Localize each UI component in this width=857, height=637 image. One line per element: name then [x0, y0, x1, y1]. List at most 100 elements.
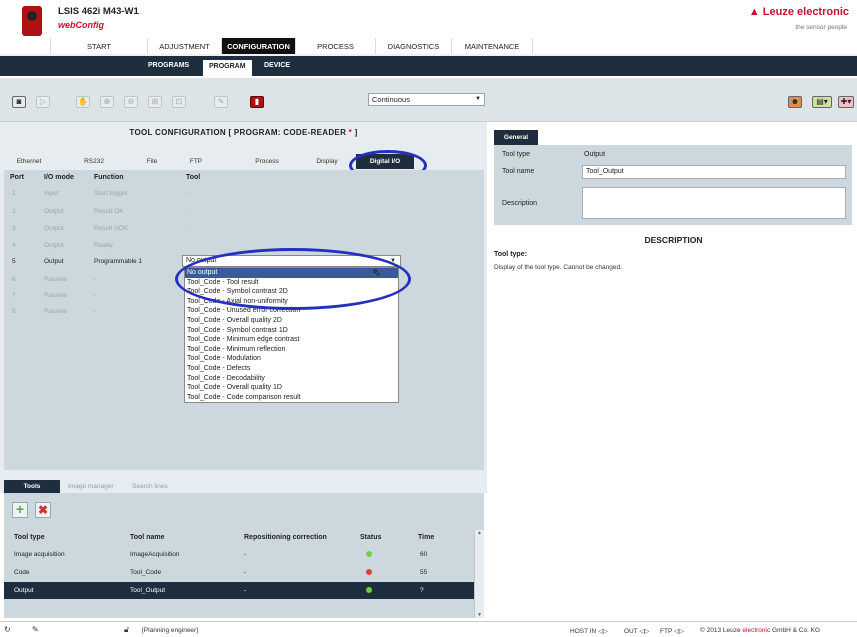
ftp-status: FTP ◁▷ — [660, 627, 684, 635]
user-role: [Planning engineer] — [142, 627, 199, 634]
dropdown-option[interactable]: Tool_Code - Defects — [185, 364, 398, 374]
tab-process[interactable]: Process — [240, 154, 294, 169]
status-bar: ↻ ✎ 🔓︎ [Planning engineer] HOST IN ◁▷ OU… — [0, 621, 857, 637]
scroll-down-icon[interactable]: ▼ — [475, 612, 484, 618]
port-cell: 5 — [12, 258, 16, 265]
brand-logo: ▲ Leuze electronic — [749, 6, 849, 18]
tool-cell: - — [186, 225, 189, 232]
description-field[interactable] — [582, 187, 846, 219]
subnav-programs[interactable]: PROGRAMS — [148, 62, 189, 69]
hand-icon[interactable]: ✋ — [76, 96, 90, 108]
time-cell: ? — [420, 587, 424, 594]
nav-process[interactable]: PROCESS — [295, 38, 375, 54]
function-cell: - — [94, 308, 97, 315]
repos-cell: - — [244, 587, 247, 594]
save-to-device-icon[interactable]: ▮ — [250, 96, 264, 108]
dropdown-option[interactable]: Tool_Code - Minimum reflection — [185, 345, 398, 355]
tab-ethernet[interactable]: Ethernet — [4, 154, 54, 169]
mode-cell: Output — [44, 208, 64, 215]
dropdown-option[interactable]: Tool_Code - Symbol contrast 2D — [185, 287, 398, 297]
camera-icon[interactable]: ◙ — [12, 96, 26, 108]
scroll-up-icon[interactable]: ▲ — [475, 530, 484, 536]
nav-configuration[interactable]: CONFIGURATION — [221, 38, 295, 54]
pencil-icon[interactable]: ✎ — [32, 625, 39, 634]
dropdown-option[interactable]: Tool_Code - Modulation — [185, 354, 398, 364]
lock-icon[interactable]: 🔓︎ — [124, 625, 129, 635]
tab-image-manager[interactable]: Image manager — [68, 483, 114, 490]
zoom-in-icon[interactable]: ⊕ — [100, 96, 114, 108]
dropdown-option[interactable]: Tool_Code - Symbol contrast 1D — [185, 326, 398, 336]
play-icon[interactable]: ▷ — [36, 96, 50, 108]
zoom-out-icon[interactable]: ⊖ — [124, 96, 138, 108]
tools-scrollbar[interactable]: ▲ ▼ — [474, 530, 484, 618]
brand-name: Leuze electronic — [762, 6, 849, 18]
table-row[interactable]: Code Tool_Code - 55 — [4, 564, 474, 581]
language-flag-icon[interactable]: ✚▾ — [838, 96, 854, 108]
dropdown-option[interactable]: Tool_Code - Overall quality 2D — [185, 316, 398, 326]
function-cell: Result OK — [94, 208, 124, 215]
trigger-mode-value: Continuous — [372, 95, 410, 104]
col-tool-name: Tool name — [130, 534, 165, 541]
tab-rs232[interactable]: RS232 — [70, 154, 118, 169]
status-ok-icon — [366, 587, 372, 593]
dropdown-option[interactable]: Tool_Code - Decodability — [185, 374, 398, 384]
tool-select-options: No output Tool_Code - Tool result Tool_C… — [184, 267, 399, 404]
dropdown-option[interactable]: Tool_Code - Unused error correction — [185, 306, 398, 316]
description-help-label: Tool type: — [494, 251, 527, 258]
device-model: LSIS 462i M43-W1 — [58, 6, 139, 17]
export-icon[interactable]: ▤▾ — [812, 96, 832, 108]
zoom-fit-icon[interactable]: ⊞ — [148, 96, 162, 108]
nav-diagnostics[interactable]: DIAGNOSTICS — [375, 38, 451, 54]
subnav-program[interactable]: PROGRAM — [203, 60, 252, 76]
refresh-icon[interactable]: ↻ — [4, 625, 11, 634]
nav-maintenance[interactable]: MAINTENANCE — [451, 38, 533, 54]
tab-search-lines[interactable]: Search lines — [132, 483, 168, 490]
port-cell: 2 — [12, 208, 16, 215]
tool-name-label: Tool name — [502, 168, 535, 175]
ftp-icon: ◁▷ — [673, 628, 684, 635]
nav-start[interactable]: START — [50, 38, 147, 54]
time-cell: 55 — [420, 569, 428, 576]
function-cell: Result NOK — [94, 225, 129, 232]
out-status: OUT ◁▷ — [624, 627, 649, 635]
title-end: ] — [352, 128, 358, 137]
table-row[interactable]: Output Tool_Output - ? — [4, 582, 474, 599]
tool-cell: - — [186, 208, 189, 215]
tool-type-label: Tool type — [502, 151, 531, 158]
page-title: TOOL CONFIGURATION [ PROGRAM: CODE-READE… — [0, 128, 487, 137]
tool-select[interactable]: No output ▼ — [182, 255, 401, 267]
table-row[interactable]: Image acquisition ImageAcquisition - 60 — [4, 546, 474, 563]
mode-cell: Output — [44, 258, 64, 265]
host-in-icon: ◁▷ — [598, 628, 609, 635]
tab-file[interactable]: File — [130, 154, 174, 169]
pipette-icon[interactable]: ✎ — [214, 96, 228, 108]
dropdown-option[interactable]: Tool_Code - Axial non-uniformity — [185, 297, 398, 307]
dropdown-option[interactable]: Tool_Code - Minimum edge contrast — [185, 335, 398, 345]
dropdown-option[interactable]: Tool_Code - Code comparison result — [185, 393, 398, 403]
host-in-status: HOST IN ◁▷ — [570, 627, 608, 635]
tab-display[interactable]: Display — [302, 154, 352, 169]
tab-tools[interactable]: Tools — [4, 480, 60, 493]
subnav-device[interactable]: DEVICE — [264, 62, 290, 69]
zoom-region-icon[interactable]: ⊡ — [172, 96, 186, 108]
brand-tagline: the sensor people — [795, 24, 847, 31]
out-icon: ◁▷ — [639, 628, 650, 635]
dropdown-option[interactable]: No output — [185, 268, 398, 278]
trigger-mode-select[interactable]: Continuous ▼ — [368, 93, 485, 106]
port-cell: 8 — [12, 308, 16, 315]
add-tool-button[interactable]: + — [12, 502, 28, 518]
general-properties: Tool type Output Tool name Tool_Output D… — [494, 145, 852, 225]
tool-name-field[interactable]: Tool_Output — [582, 165, 846, 179]
users-icon[interactable]: ☻ — [788, 96, 802, 108]
copyright-suffix: GmbH & Co. KG — [770, 627, 821, 634]
tab-digital-io[interactable]: Digital I/O — [356, 154, 414, 169]
nav-adjustment[interactable]: ADJUSTMENT — [147, 38, 221, 54]
tab-general[interactable]: General — [494, 130, 538, 145]
dropdown-option[interactable]: Tool_Code - Overall quality 1D — [185, 383, 398, 393]
status-ok-icon — [366, 551, 372, 557]
dropdown-option[interactable]: Tool_Code - Tool result — [185, 278, 398, 288]
ftp-label: FTP — [660, 628, 673, 635]
tab-ftp[interactable]: FTP — [174, 154, 218, 169]
col-function: Function — [94, 174, 124, 181]
delete-tool-button[interactable]: ✖ — [35, 502, 51, 518]
